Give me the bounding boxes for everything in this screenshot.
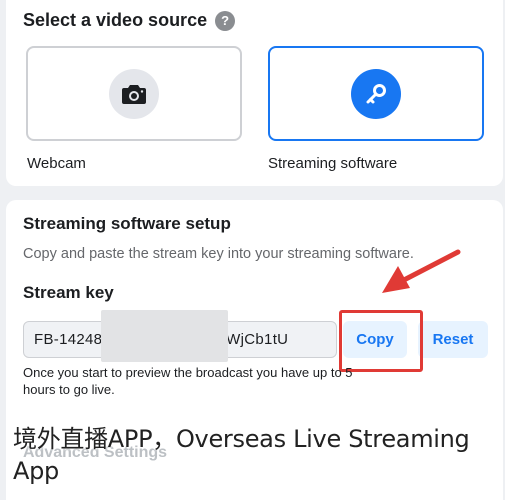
webcam-option[interactable] <box>26 46 242 141</box>
setup-title: Streaming software setup <box>23 214 231 233</box>
streaming-software-option[interactable] <box>268 46 484 141</box>
copy-button[interactable]: Copy <box>343 321 407 358</box>
camera-icon <box>109 68 159 119</box>
video-source-heading: Select a video source ? <box>23 10 236 31</box>
preview-note: Once you start to preview the broadcast … <box>23 365 353 397</box>
webcam-label: Webcam <box>27 155 86 172</box>
reset-button[interactable]: Reset <box>418 321 488 358</box>
stream-key-label: Stream key <box>23 283 114 302</box>
streaming-software-label: Streaming software <box>268 155 398 172</box>
watermark-caption: 境外直播APP，Overseas Live Streaming App <box>13 425 470 485</box>
question-mark-icon[interactable]: ? <box>215 10 236 31</box>
redaction-block <box>101 310 228 362</box>
key-icon <box>351 68 401 119</box>
video-source-title: Select a video source <box>23 10 208 30</box>
setup-description: Copy and paste the stream key into your … <box>23 246 414 262</box>
video-source-card: Select a video source ? Webcam Streaming… <box>6 0 503 186</box>
